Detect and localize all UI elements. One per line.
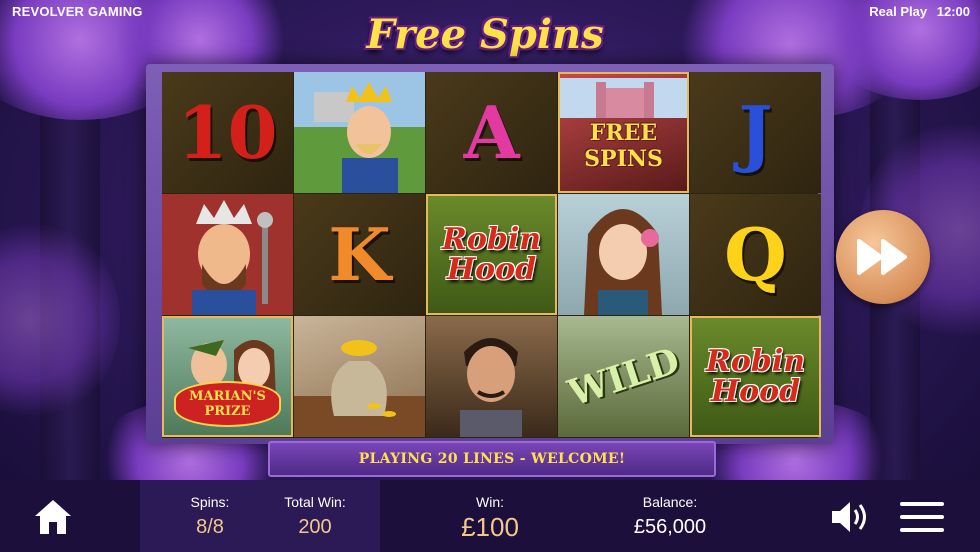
ten-symbol-label: 10: [177, 89, 278, 175]
prince-john-portrait-icon: [162, 194, 293, 315]
king-symbol-label: K: [328, 211, 391, 297]
robin-hood-logo-text: Robin Hood: [441, 221, 542, 287]
symbol-marians-prize: MARIAN'S PRIZE: [162, 316, 293, 437]
balance-stat: Balance: £56,000: [610, 494, 730, 539]
jack-symbol-label: J: [738, 89, 773, 175]
ace-symbol-label: A: [463, 89, 520, 175]
balance-value: £56,000: [633, 516, 707, 538]
sound-button[interactable]: [828, 498, 874, 536]
status-area: Real Play 12:00: [863, 4, 970, 19]
fast-forward-icon: [857, 239, 907, 275]
maid-marian-portrait-icon: [584, 209, 662, 315]
symbol-maid-marian: [558, 194, 689, 315]
banner-message: PLAYING 20 LINES - WELCOME!: [358, 451, 626, 467]
symbol-king-arthur: [294, 72, 425, 193]
balance-label: Balance:: [642, 494, 698, 510]
symbol-gold-bag: [294, 316, 425, 437]
symbol-jack: J: [690, 72, 821, 193]
symbol-ten: 10: [162, 72, 293, 193]
total-win-label: Total Win:: [284, 494, 346, 510]
spins-label: Spins:: [190, 494, 230, 510]
reel-grid: 10 A FREE SPINS J K Robin Hood Q MARIAN'…: [162, 72, 821, 438]
free-spins-title: Free Spins: [366, 11, 604, 58]
win-value: £100: [461, 512, 519, 542]
home-icon: [35, 500, 71, 534]
symbol-prince-john: [162, 194, 293, 315]
hamburger-menu-icon: [900, 502, 944, 532]
symbol-wild: WILD: [558, 316, 689, 437]
gold-coin-bag-icon: [294, 340, 425, 437]
message-banner: PLAYING 20 LINES - WELCOME!: [268, 441, 716, 477]
total-win-stat: Total Win: 200: [270, 494, 360, 539]
spins-value: 8/8: [196, 516, 224, 538]
queen-symbol-label: Q: [724, 211, 787, 297]
menu-button[interactable]: [898, 498, 946, 536]
symbol-sheriff: [426, 316, 557, 437]
win-label: Win:: [476, 494, 504, 510]
spins-stat: Spins: 8/8: [176, 494, 244, 539]
win-stat: Win: £100: [440, 494, 540, 543]
reels-frame: 10 A FREE SPINS J K Robin Hood Q MARIAN'…: [146, 64, 834, 444]
symbol-robin-hood-logo: Robin Hood: [426, 194, 557, 315]
robin-hood-logo-text: Robin Hood: [705, 343, 806, 409]
brand-name: REVOLVER GAMING: [12, 4, 143, 19]
king-arthur-portrait-icon: [294, 72, 425, 193]
symbol-ace: A: [426, 72, 557, 193]
free-spins-symbol-text: FREE SPINS: [584, 120, 663, 172]
clock: 12:00: [936, 4, 970, 19]
speaker-icon: [832, 502, 866, 532]
symbol-king: K: [294, 194, 425, 315]
wild-symbol-label: WILD: [562, 338, 685, 415]
symbol-free-spins: FREE SPINS: [558, 72, 689, 193]
bottom-bar: Spins: 8/8 Total Win: 200 Win: £100 Bala…: [0, 480, 980, 552]
total-win-value: 200: [298, 516, 332, 538]
symbol-robin-hood-logo: Robin Hood: [690, 316, 821, 437]
symbol-queen: Q: [690, 194, 821, 315]
marians-prize-label: MARIAN'S PRIZE: [174, 381, 281, 427]
fast-forward-button[interactable]: [836, 210, 930, 304]
home-button[interactable]: [33, 498, 73, 536]
sheriff-portrait-icon: [460, 338, 522, 437]
play-mode: Real Play: [869, 4, 928, 19]
